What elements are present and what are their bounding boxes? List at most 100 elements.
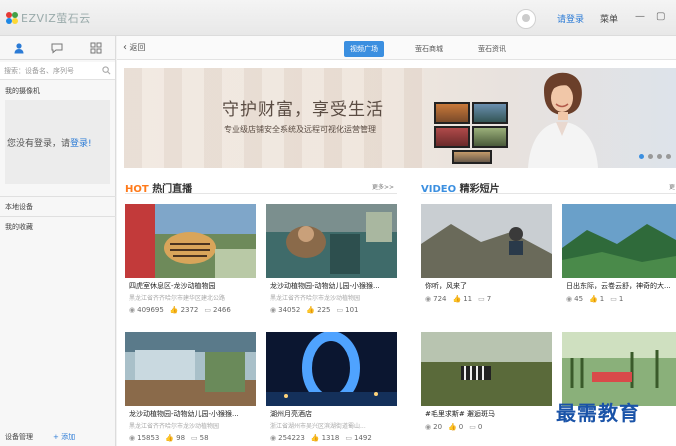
thumbs-up-icon: 👍 xyxy=(169,306,179,314)
hot-card-thumbnail xyxy=(266,204,397,278)
back-label: 返回 xyxy=(129,43,146,52)
sidebar-tab-grid[interactable] xyxy=(77,36,115,59)
video-more-link[interactable]: 更 xyxy=(669,182,675,191)
video-card-stats: ◉ 20 👍 0 ▭ 0 xyxy=(421,423,552,431)
login-inline-link[interactable]: 登录! xyxy=(70,136,92,149)
hot-card-thumbnail xyxy=(266,332,397,406)
comment-icon: ▭ xyxy=(345,434,353,442)
comment-count: 58 xyxy=(199,434,209,442)
tab-video-square[interactable]: 视频广场 xyxy=(344,41,384,57)
comment-icon: ▭ xyxy=(610,295,617,303)
eye-icon: ◉ xyxy=(270,306,277,314)
video-card-title: 你听，风来了 xyxy=(425,282,467,290)
like-count: 1318 xyxy=(321,434,340,442)
like-count: 1 xyxy=(599,295,605,303)
sidebar-bottom-bar: 设备管理 + 添加 xyxy=(0,432,116,446)
search-input[interactable]: 搜索：设备名、序列号 xyxy=(0,62,115,80)
video-card-thumbnail xyxy=(562,332,676,406)
top-nav: ‹ 返回 视频广场 萤石商城 萤石资讯 xyxy=(117,36,676,60)
hot-card-title: 湖州月亮酒店 xyxy=(270,410,312,418)
main-content: ‹ 返回 视频广场 萤石商城 萤石资讯 守护财富，享受生活 专业级店铺安全系统及… xyxy=(117,36,676,446)
banner-title: 守护财富，享受生活 xyxy=(222,100,384,120)
like-count: 225 xyxy=(317,306,331,314)
hot-card-stats: ◉ 254223 👍 1318 ▭ 1492 xyxy=(266,434,397,442)
eye-icon: ◉ xyxy=(129,434,136,442)
device-manage-button[interactable]: 设备管理 xyxy=(5,432,33,446)
hot-card-stats: ◉ 409695 👍 2372 ▭ 2466 xyxy=(125,306,256,314)
hot-card[interactable]: 湖州月亮酒店 浙江省湖州市吴兴区滨湖街道蜀山... ◉ 254223 👍 1318 … xyxy=(266,332,397,446)
pagination-dot[interactable] xyxy=(648,154,653,159)
hot-card-thumbnail xyxy=(125,204,256,278)
tab-news[interactable]: 萤石资讯 xyxy=(472,41,512,57)
user-icon xyxy=(14,42,24,53)
menu-button[interactable]: 菜单 xyxy=(600,12,618,25)
promo-banner[interactable]: 守护财富，享受生活 专业级店铺安全系统及远程可视化运营管理 xyxy=(124,68,676,168)
view-count: 15853 xyxy=(137,434,160,442)
eye-icon: ◉ xyxy=(425,295,432,303)
my-cameras-header[interactable]: 我的摄像机 xyxy=(0,82,115,100)
chat-icon xyxy=(51,43,63,54)
monitor-screens-image xyxy=(434,102,510,166)
video-card[interactable] xyxy=(562,332,676,446)
minimize-button[interactable]: — xyxy=(635,11,645,22)
hot-card[interactable]: 龙沙动植物园-动物幼儿园-小猴猴... 黑龙江省齐齐哈尔市龙沙动植物园 ◉ 340… xyxy=(266,204,397,326)
video-card[interactable]: 你听，风来了 ◉ 724 👍 11 ▭ 7 xyxy=(421,204,552,326)
favorites-item[interactable]: 我的收藏 xyxy=(0,216,116,236)
video-divider xyxy=(421,193,676,194)
view-count: 20 xyxy=(433,423,443,431)
hot-card-stats: ◉ 15853 👍 98 ▭ 58 xyxy=(125,434,256,442)
back-button[interactable]: ‹ 返回 xyxy=(123,42,146,53)
maximize-button[interactable]: ▢ xyxy=(656,11,665,22)
eye-icon: ◉ xyxy=(566,295,573,303)
sidebar: 搜索：设备名、序列号 我的摄像机 您没有登录，请 登录! 本地设备 我的收藏 设备… xyxy=(0,36,116,446)
comment-icon: ▭ xyxy=(191,434,198,442)
video-card[interactable]: 日出东际，云卷云舒，神奇的大... ◉ 45 👍 1 ▭ 1 xyxy=(562,204,676,326)
hot-more-link[interactable]: 更多>> xyxy=(372,182,394,191)
hot-card-address: 黑龙江省齐齐哈尔市龙沙动植物园 xyxy=(270,295,361,302)
like-count: 98 xyxy=(176,434,186,442)
hot-card-thumbnail xyxy=(125,332,256,406)
grid-icon xyxy=(90,42,102,53)
pagination-dot[interactable] xyxy=(657,154,662,159)
video-card-thumbnail xyxy=(421,332,552,406)
video-card-thumbnail xyxy=(562,204,676,278)
comment-count: 1492 xyxy=(354,434,372,442)
pagination-dot[interactable] xyxy=(666,154,671,159)
login-link[interactable]: 请登录 xyxy=(557,12,584,25)
view-count: 409695 xyxy=(137,306,164,314)
banner-woman-image xyxy=(528,72,598,168)
not-logged-in-text: 您没有登录，请 xyxy=(7,138,71,149)
watermark: 最需教育 xyxy=(556,401,640,425)
chevron-left-icon: ‹ xyxy=(123,42,127,53)
hot-card-address: 黑龙江省齐齐哈尔市龙沙动植物园 xyxy=(129,423,220,430)
pagination-dot[interactable] xyxy=(639,154,644,159)
video-card[interactable]: #毛里求斯# 邂逅斑马 ◉ 20 👍 0 ▭ 0 xyxy=(421,332,552,446)
video-card-thumbnail xyxy=(421,204,552,278)
sidebar-tab-chat[interactable] xyxy=(38,36,76,59)
avatar[interactable] xyxy=(516,9,536,29)
tab-store[interactable]: 萤石商城 xyxy=(409,41,449,57)
video-card-stats: ◉ 45 👍 1 ▭ 1 xyxy=(562,295,676,303)
search-placeholder: 搜索：设备名、序列号 xyxy=(4,66,74,75)
sidebar-tab-user[interactable] xyxy=(0,36,38,59)
ezviz-logo-icon xyxy=(6,12,18,24)
app-logo-text: EZVIZ萤石云 xyxy=(21,12,91,25)
hot-card-title: 龙沙动植物园-动物幼儿园-小猴猴... xyxy=(270,282,380,290)
hot-card[interactable]: 四虎室休息区-龙沙动植物园 黑龙江省齐齐哈尔市建华区建北公路 ◉ 409695 👍… xyxy=(125,204,256,326)
comment-count: 7 xyxy=(486,295,492,303)
comment-icon: ▭ xyxy=(336,306,344,314)
banner-subtitle: 专业级店铺安全系统及远程可视化运营管理 xyxy=(224,125,376,134)
thumbs-up-icon: 👍 xyxy=(165,434,175,442)
hot-divider xyxy=(125,193,397,194)
add-device-button[interactable]: + 添加 xyxy=(53,432,75,446)
comment-icon: ▭ xyxy=(204,306,212,314)
local-devices-item[interactable]: 本地设备 xyxy=(0,196,116,216)
eye-icon: ◉ xyxy=(425,423,432,431)
video-card-title: #毛里求斯# 邂逅斑马 xyxy=(425,410,495,418)
comment-count: 101 xyxy=(345,306,359,314)
comment-count: 2466 xyxy=(213,306,231,314)
hot-card-address: 黑龙江省齐齐哈尔市建华区建北公路 xyxy=(129,295,226,302)
hot-card-stats: ◉ 34052 👍 225 ▭ 101 xyxy=(266,306,397,314)
hot-card[interactable]: 龙沙动植物园-动物幼儿园-小猴猴... 黑龙江省齐齐哈尔市龙沙动植物园 ◉ 158… xyxy=(125,332,256,446)
search-icon[interactable] xyxy=(102,66,111,75)
